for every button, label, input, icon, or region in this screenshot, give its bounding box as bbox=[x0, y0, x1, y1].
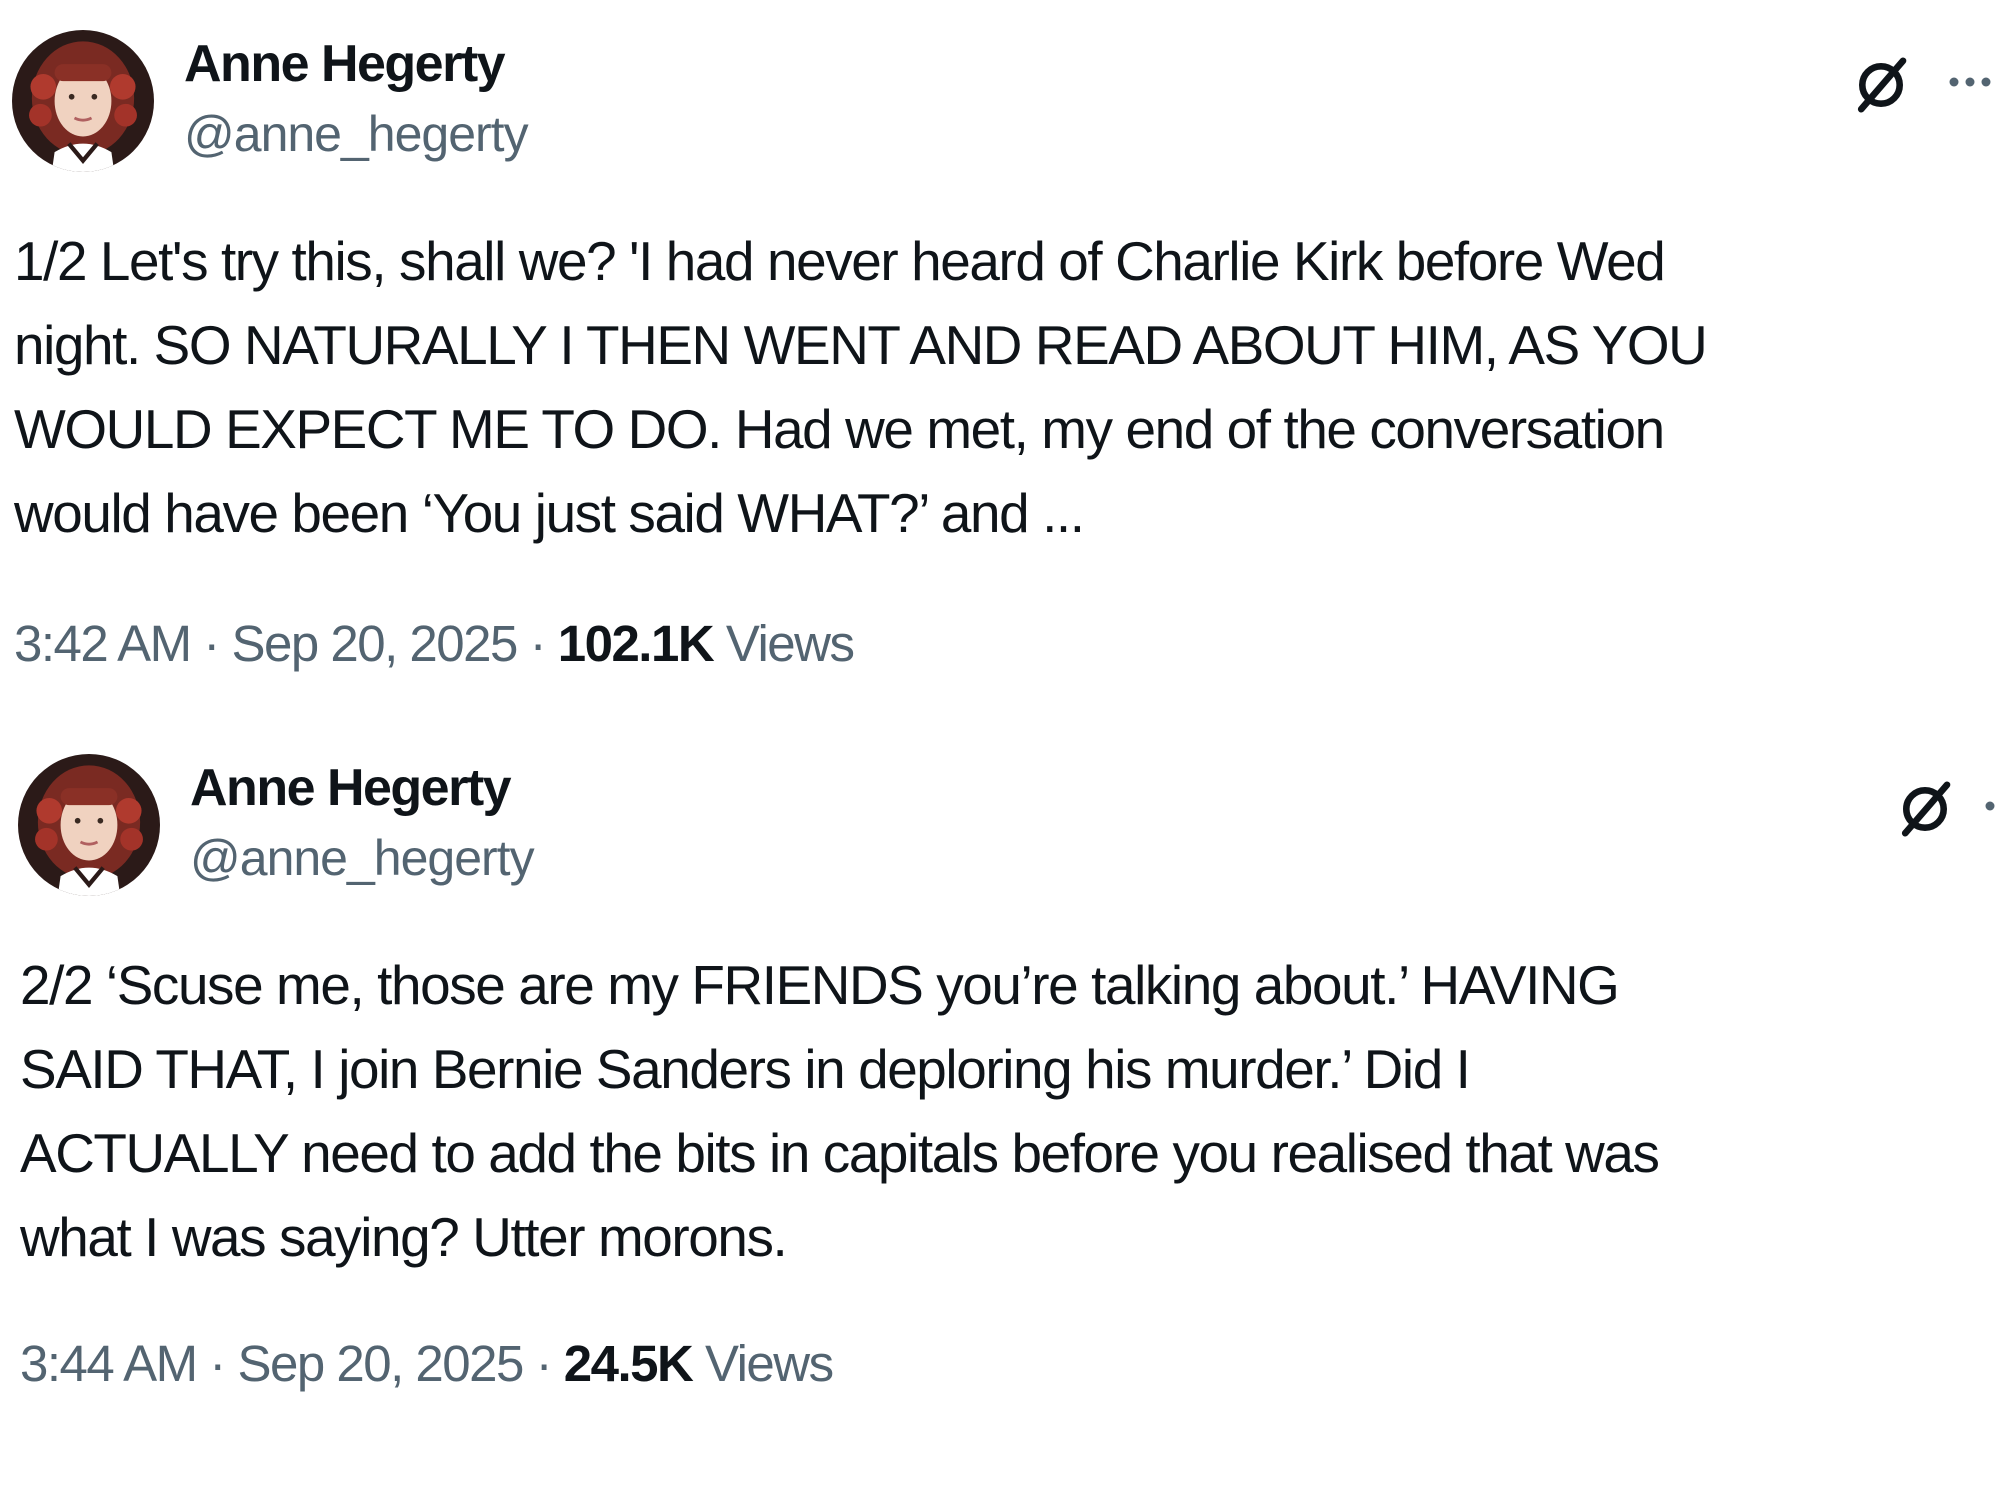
tweet-date[interactable]: Sep 20, 2025 bbox=[231, 615, 518, 672]
profile-photo-icon bbox=[18, 754, 160, 896]
avatar[interactable] bbox=[18, 754, 160, 896]
views-count: 24.5K bbox=[563, 1335, 694, 1392]
views-label: Views bbox=[725, 615, 855, 672]
user-handle[interactable]: @anne_hegerty bbox=[184, 104, 529, 164]
avatar[interactable] bbox=[12, 30, 154, 172]
tweet-text-line: night. SO NATURALLY I THEN WENT AND READ… bbox=[14, 314, 1708, 376]
grok-icon[interactable] bbox=[1892, 776, 1958, 842]
tweet-text-line: would have been ‘You just said WHAT?’ an… bbox=[14, 482, 1085, 544]
tweet-date[interactable]: Sep 20, 2025 bbox=[237, 1335, 524, 1392]
tweet-meta: 3:42 AM · Sep 20, 2025 · 102.1K Views bbox=[14, 614, 855, 674]
views-label: Views bbox=[704, 1335, 834, 1392]
profile-photo-icon bbox=[12, 30, 154, 172]
views-count: 102.1K bbox=[557, 615, 715, 672]
tweet-text-line: SAID THAT, I join Bernie Sanders in depl… bbox=[20, 1038, 1471, 1100]
meta-separator: · bbox=[209, 1335, 226, 1392]
meta-separator: · bbox=[203, 615, 220, 672]
tweet-text-line: ACTUALLY need to add the bits in capital… bbox=[20, 1122, 1660, 1184]
tweet-text-line: WOULD EXPECT ME TO DO. Had we met, my en… bbox=[14, 398, 1665, 460]
grok-icon[interactable] bbox=[1848, 52, 1914, 118]
tweet-text: 1/2 Let's try this, shall we? 'I had nev… bbox=[14, 219, 2000, 555]
tweet-text-line: what I was saying? Utter morons. bbox=[20, 1206, 788, 1268]
more-icon[interactable] bbox=[1946, 50, 2000, 110]
more-icon[interactable] bbox=[1982, 774, 2000, 834]
tweet-time[interactable]: 3:42 AM bbox=[14, 615, 192, 672]
tweet-text-line: 2/2 ‘Scuse me, those are my FRIENDS you’… bbox=[20, 954, 1620, 1016]
user-handle[interactable]: @anne_hegerty bbox=[190, 828, 535, 888]
tweet-text: 2/2 ‘Scuse me, those are my FRIENDS you’… bbox=[20, 943, 2000, 1279]
tweet-meta: 3:44 AM · Sep 20, 2025 · 24.5K Views bbox=[20, 1334, 834, 1394]
display-name[interactable]: Anne Hegerty bbox=[190, 758, 512, 818]
meta-separator: · bbox=[529, 615, 547, 672]
tweet-time[interactable]: 3:44 AM bbox=[20, 1335, 198, 1392]
meta-separator: · bbox=[535, 1335, 553, 1392]
display-name[interactable]: Anne Hegerty bbox=[184, 34, 506, 94]
tweet-text-line: 1/2 Let's try this, shall we? 'I had nev… bbox=[14, 230, 1666, 292]
